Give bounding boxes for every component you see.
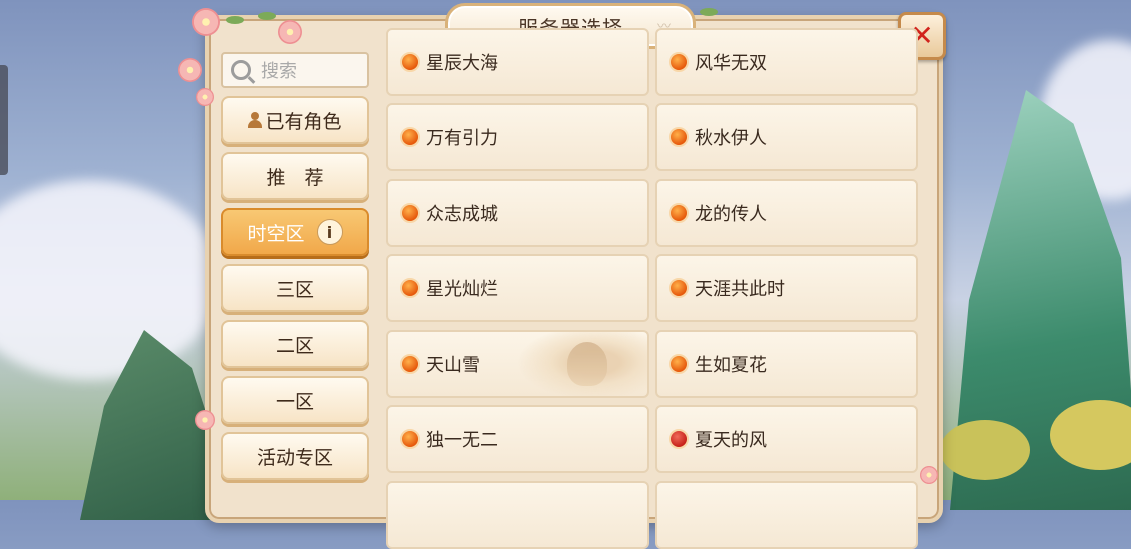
leaf-decoration-icon xyxy=(226,16,244,24)
server-name: 独一无二 xyxy=(426,430,498,451)
status-dot-icon xyxy=(669,354,689,374)
server-name: 生如夏花 xyxy=(695,355,767,376)
status-dot-icon xyxy=(400,52,420,72)
server-item[interactable]: 众志成城 xyxy=(386,179,649,247)
status-dot-icon xyxy=(400,354,420,374)
info-icon[interactable]: i xyxy=(316,219,343,245)
server-item[interactable]: 天山雪 xyxy=(386,330,649,398)
server-name: 星辰大海 xyxy=(426,53,498,74)
search-input[interactable]: 搜索 xyxy=(221,52,369,88)
status-dot-icon xyxy=(669,429,689,449)
sidebar-item-label: 一区 xyxy=(275,390,314,413)
server-item[interactable]: 星辰大海 xyxy=(386,28,649,96)
status-dot-icon xyxy=(400,127,420,147)
sidebar-item-existing-characters[interactable]: 已有角色 xyxy=(221,96,369,144)
flower-decoration-icon xyxy=(195,410,215,430)
server-name: 夏天的风 xyxy=(695,430,767,451)
sidebar-item-zone-2[interactable]: 二区 xyxy=(221,320,369,368)
sidebar-item-event-zone[interactable]: 活动专区 xyxy=(221,432,369,480)
server-item[interactable]: 生如夏花 xyxy=(655,330,918,398)
flower-decoration-icon xyxy=(196,88,214,106)
status-dot-icon xyxy=(400,203,420,223)
edge-handle[interactable] xyxy=(0,65,8,175)
character-portrait-art xyxy=(517,332,647,396)
server-item[interactable]: 秋水伊人 xyxy=(655,103,918,171)
status-dot-icon xyxy=(669,127,689,147)
status-dot-icon xyxy=(400,429,420,449)
background-cloud xyxy=(0,180,220,380)
server-name: 天涯共此时 xyxy=(695,279,785,300)
server-item[interactable]: 夏天的风 xyxy=(655,405,918,473)
user-icon xyxy=(248,112,263,128)
search-icon xyxy=(231,60,251,80)
status-dot-icon xyxy=(669,52,689,72)
sidebar-item-label: 时空区 xyxy=(247,222,305,245)
server-item[interactable]: 风华无双 xyxy=(655,28,918,96)
server-item[interactable]: 天涯共此时 xyxy=(655,254,918,322)
sidebar-item-label: 已有角色 xyxy=(265,110,342,133)
flower-decoration-icon xyxy=(178,58,202,82)
flower-decoration-icon xyxy=(920,466,938,484)
server-item[interactable]: 星光灿烂 xyxy=(386,254,649,322)
flower-decoration-icon xyxy=(278,20,302,44)
sidebar-item-spacetime-zone[interactable]: 时空区 i xyxy=(221,208,369,256)
leaf-decoration-icon xyxy=(258,12,276,20)
server-item-partial[interactable] xyxy=(655,481,918,549)
server-name: 万有引力 xyxy=(426,128,498,149)
leaf-decoration-icon xyxy=(700,8,718,16)
sidebar-item-label: 三区 xyxy=(275,278,314,301)
sidebar-item-label: 二区 xyxy=(275,334,314,357)
sidebar-item-label: 活动专区 xyxy=(256,446,333,469)
server-name: 风华无双 xyxy=(695,53,767,74)
status-dot-icon xyxy=(400,278,420,298)
status-dot-icon xyxy=(669,278,689,298)
sidebar-item-label: 推 荐 xyxy=(266,166,324,189)
flower-decoration-icon xyxy=(192,8,220,36)
server-name: 众志成城 xyxy=(426,204,498,225)
background-tree xyxy=(940,420,1030,480)
search-placeholder: 搜索 xyxy=(261,61,297,82)
server-item[interactable]: 独一无二 xyxy=(386,405,649,473)
server-name: 星光灿烂 xyxy=(426,279,498,300)
sidebar-item-zone-1[interactable]: 一区 xyxy=(221,376,369,424)
server-item-partial[interactable] xyxy=(386,481,649,549)
server-item[interactable]: 万有引力 xyxy=(386,103,649,171)
server-name: 龙的传人 xyxy=(695,204,767,225)
sidebar-item-zone-3[interactable]: 三区 xyxy=(221,264,369,312)
status-dot-icon xyxy=(669,203,689,223)
server-name: 秋水伊人 xyxy=(695,128,767,149)
sidebar-item-recommended[interactable]: 推 荐 xyxy=(221,152,369,200)
server-name: 天山雪 xyxy=(426,355,480,376)
server-item[interactable]: 龙的传人 xyxy=(655,179,918,247)
